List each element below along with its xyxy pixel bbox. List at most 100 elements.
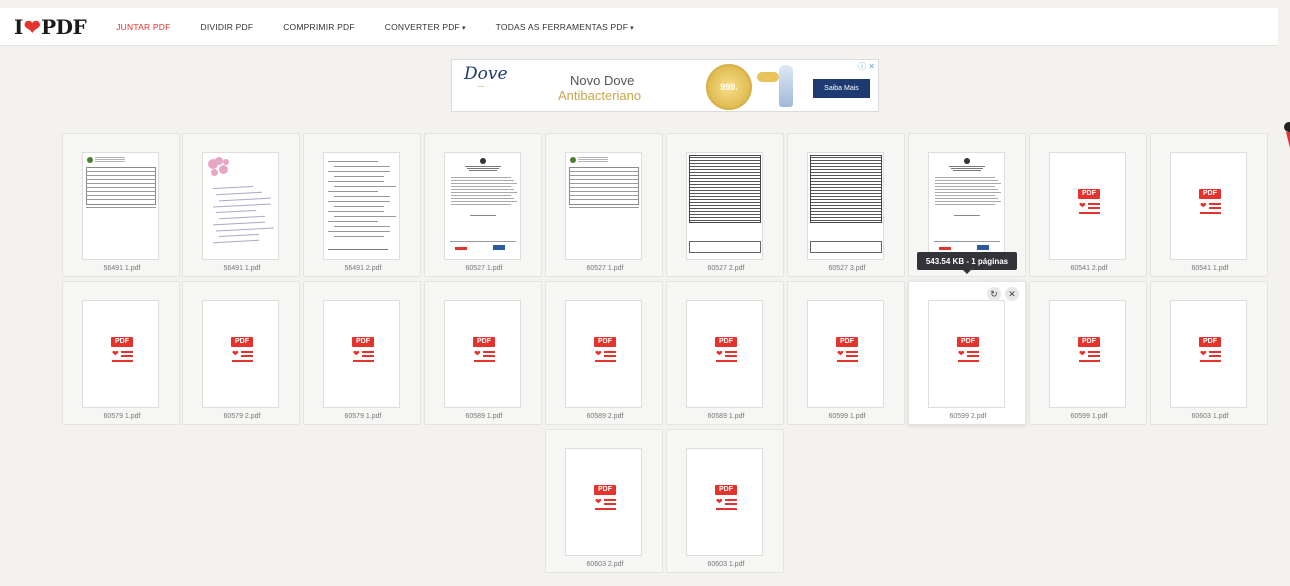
nav-item-4[interactable]: TODAS AS FERRAMENTAS PDF ▾ xyxy=(496,22,634,32)
text-line xyxy=(949,166,985,167)
file-thumbnail: PDF ❤ xyxy=(1049,300,1126,408)
remove-file-icon[interactable]: ✕ xyxy=(1005,287,1019,301)
document-preview xyxy=(445,153,520,259)
file-name: 60527 1.pdf xyxy=(465,265,503,272)
ad-pill-icon xyxy=(757,72,779,82)
file-name: 60579 2.pdf xyxy=(223,413,261,420)
side-badge-icon[interactable] xyxy=(1282,118,1290,148)
pdf-icon-line xyxy=(725,351,737,353)
file-tile[interactable]: PDF ❤ 60589 1.pdf xyxy=(424,281,542,425)
pdf-icon-line xyxy=(1209,207,1221,209)
form-line xyxy=(811,214,881,215)
ad-cta-button[interactable]: Saiba Mais xyxy=(813,79,870,98)
form-line xyxy=(811,193,881,194)
document-preview xyxy=(929,153,1004,259)
text-line xyxy=(935,204,995,205)
pdf-file-icon: PDF ❤ xyxy=(1076,337,1102,373)
document-preview: PDF ❤ xyxy=(566,449,641,555)
pdf-icon-line xyxy=(604,355,616,357)
file-tile[interactable]: PDF ❤ 60541 1.pdf xyxy=(1150,133,1268,277)
file-tile[interactable]: 56491 1.pdf xyxy=(182,133,300,277)
text-line xyxy=(334,236,384,237)
text-line xyxy=(95,157,125,158)
file-thumbnail: PDF ❤ xyxy=(1170,152,1247,260)
document-preview: PDF ❤ xyxy=(445,301,520,407)
file-tile[interactable]: PDF ❤ 60599 1.pdf xyxy=(1029,281,1147,425)
form-line xyxy=(811,220,881,221)
document-preview xyxy=(566,153,641,259)
document-preview xyxy=(324,153,399,259)
pdf-icon-line xyxy=(1088,355,1100,357)
logo-mark xyxy=(493,245,505,250)
ad-seal-icon: 999. xyxy=(706,64,752,110)
file-tile[interactable]: PDF ❤ 60603 1.pdf xyxy=(1150,281,1268,425)
text-line xyxy=(935,180,998,181)
text-line xyxy=(935,198,998,199)
ad-choices-icon[interactable]: ⓘ ✕ xyxy=(858,61,875,72)
file-name: 60589 1.pdf xyxy=(465,413,503,420)
pdf-icon-line xyxy=(121,355,133,357)
file-tile[interactable]: PDF ❤ 60579 1.pdf xyxy=(62,281,180,425)
file-tile[interactable]: 56491 2.pdf xyxy=(303,133,421,277)
file-tile[interactable]: 60527 3.pdf xyxy=(787,133,905,277)
document-preview xyxy=(83,153,158,259)
form-line xyxy=(811,169,881,170)
form-line xyxy=(811,187,881,188)
text-line xyxy=(935,177,995,178)
file-tile[interactable]: PDF ❤ 60589 1.pdf xyxy=(666,281,784,425)
nav-item-2[interactable]: COMPRIMIR PDF xyxy=(283,22,355,32)
file-name: 56491 2.pdf xyxy=(344,265,382,272)
text-line xyxy=(935,186,995,187)
flower-decoration xyxy=(223,159,229,165)
nav-item-0[interactable]: JUNTAR PDF xyxy=(116,22,170,32)
file-thumbnail: PDF ❤ xyxy=(1049,152,1126,260)
logo-letter: I xyxy=(14,14,23,39)
file-tile[interactable]: PDF ❤ 60579 2.pdf xyxy=(182,281,300,425)
rotate-icon[interactable]: ↻ xyxy=(987,287,1001,301)
file-tile[interactable]: PDF ❤ 60603 1.pdf xyxy=(666,429,784,573)
file-info-tooltip: 543.54 KB - 1 páginas xyxy=(917,252,1017,274)
text-line xyxy=(935,183,1001,184)
pdf-icon-line xyxy=(1200,212,1221,214)
file-tile[interactable]: 60527 2.pdf xyxy=(666,133,784,277)
pdf-icon-line xyxy=(846,355,858,357)
file-tile[interactable]: 60527 1.pdf xyxy=(424,133,542,277)
logo-mark xyxy=(87,157,93,163)
file-tile[interactable]: PDF ❤ 60579 1.pdf xyxy=(303,281,421,425)
form-line xyxy=(86,199,156,200)
heart-icon: ❤ xyxy=(1200,349,1207,358)
text-line xyxy=(334,186,396,187)
form-line xyxy=(811,184,881,185)
document-preview: PDF ❤ xyxy=(1050,153,1125,259)
nav-item-3[interactable]: CONVERTER PDF ▾ xyxy=(385,22,466,32)
file-tile[interactable]: PDF ❤ 60599 2.pdf xyxy=(908,281,1026,425)
file-tile[interactable]: PDF ❤ 60589 2.pdf xyxy=(545,281,663,425)
pdf-icon-line xyxy=(1209,351,1221,353)
pdf-icon-line xyxy=(362,351,374,353)
pdf-icon-line xyxy=(232,360,253,362)
file-name: 60603 1.pdf xyxy=(707,561,745,568)
text-line xyxy=(469,170,497,171)
file-tile[interactable]: PDF ❤ 60541 2.pdf xyxy=(1029,133,1147,277)
pdf-icon-line xyxy=(1088,203,1100,205)
pdf-file-icon: PDF ❤ xyxy=(1197,189,1223,225)
form-line xyxy=(811,211,881,212)
document-preview: PDF ❤ xyxy=(687,301,762,407)
text-line xyxy=(935,201,1001,202)
nav-item-1[interactable]: DIVIDIR PDF xyxy=(200,22,253,32)
form-line xyxy=(86,175,156,176)
file-tile[interactable]: 60527 1.pdf xyxy=(545,133,663,277)
text-line xyxy=(451,204,511,205)
ilovepdf-logo[interactable]: I ❤ PDF xyxy=(14,14,87,39)
file-tile[interactable]: PDF ❤ 60603 2.pdf xyxy=(545,429,663,573)
form-line xyxy=(569,191,639,192)
file-thumbnail: PDF ❤ xyxy=(565,448,642,556)
ad-bottle-image xyxy=(779,65,793,107)
pdf-icon-line xyxy=(112,360,133,362)
advertisement-banner[interactable]: Dove ⎯⎯ Novo Dove Antibacteriano 999. Sa… xyxy=(451,59,879,112)
file-tile[interactable]: 56491 1.pdf xyxy=(62,133,180,277)
file-thumbnail: PDF ❤ xyxy=(807,300,884,408)
document-preview: PDF ❤ xyxy=(324,301,399,407)
document-preview: PDF ❤ xyxy=(566,301,641,407)
file-tile[interactable]: PDF ❤ 60599 1.pdf xyxy=(787,281,905,425)
